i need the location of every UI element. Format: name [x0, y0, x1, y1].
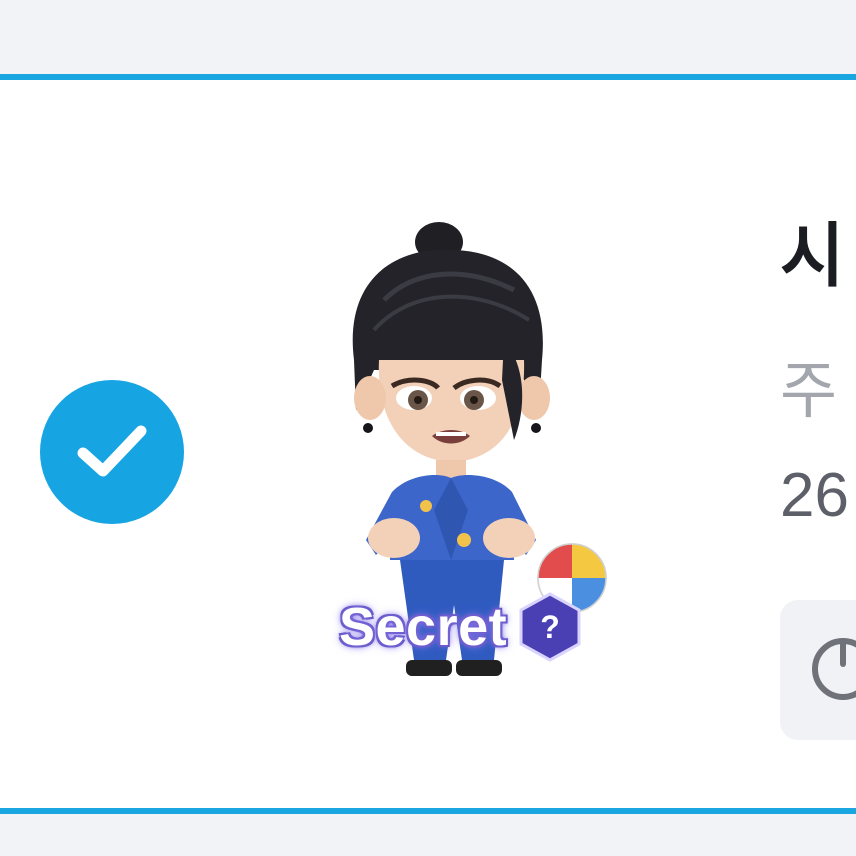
check-icon [69, 407, 155, 498]
action-button[interactable] [780, 600, 856, 740]
selected-checkbox[interactable] [40, 380, 184, 524]
secret-badge: Secret ? [339, 592, 583, 662]
product-price: 26 [780, 461, 849, 530]
question-mark: ? [540, 609, 560, 645]
product-card[interactable]: Secret ? 시 주 26 [0, 74, 856, 814]
power-icon [808, 634, 856, 704]
secret-label: Secret [339, 597, 508, 657]
product-subtitle: 주 [780, 357, 838, 426]
product-title: 시 [780, 217, 845, 295]
question-hexagon-icon: ? [517, 592, 583, 662]
